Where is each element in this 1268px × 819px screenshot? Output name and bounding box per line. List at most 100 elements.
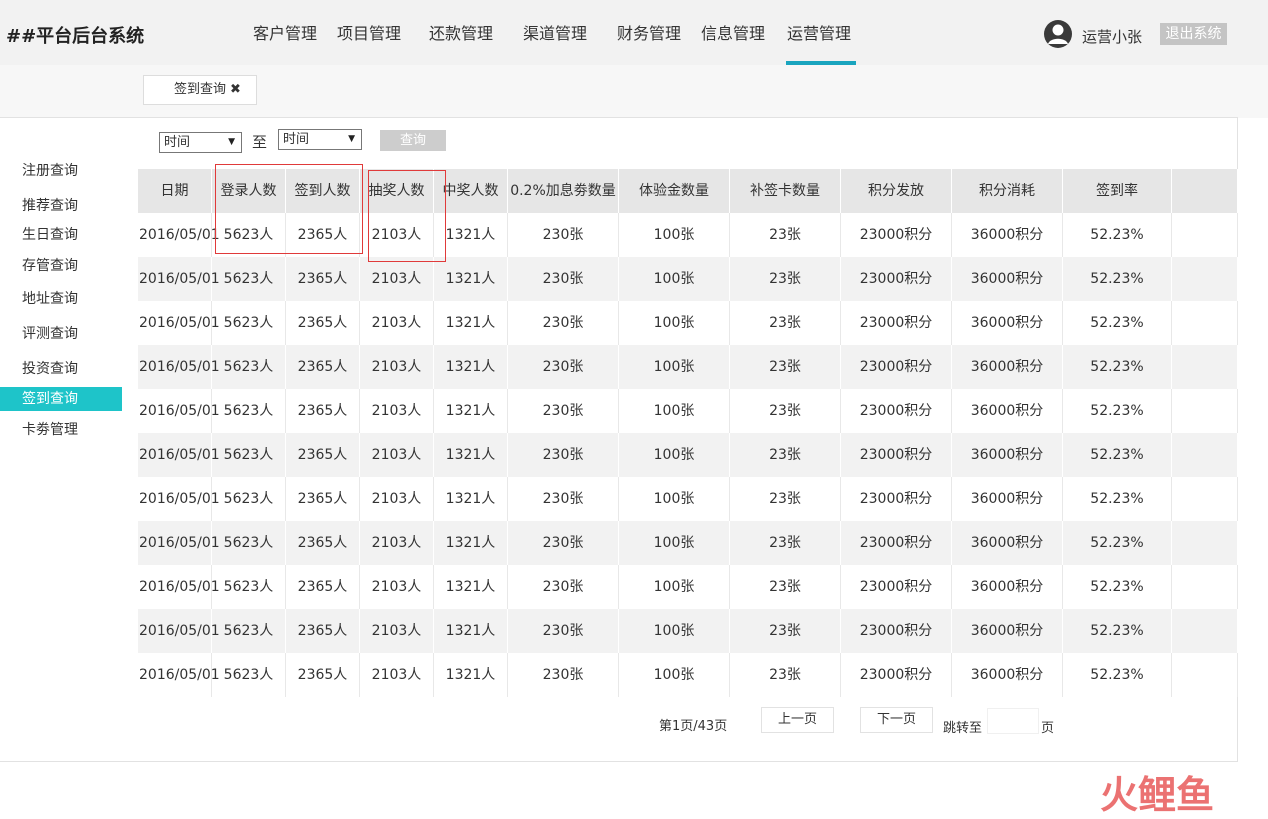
cell-login-count: 5623人 [212,609,286,653]
cell-extra [1172,301,1238,345]
cell-coupon-count: 230张 [508,477,619,521]
sidebar-item-address[interactable]: 地址查询 [0,287,122,311]
cell-login-count: 5623人 [212,653,286,697]
brand-title: ##平台后台系统 [6,26,145,47]
cell-checkin-rate: 52.23% [1063,389,1172,433]
cell-points-used: 36000积分 [952,433,1063,477]
cell-extra [1172,565,1238,609]
cell-checkin-rate: 52.23% [1063,213,1172,257]
cell-lottery-count: 2103人 [360,345,434,389]
cell-extra [1172,477,1238,521]
cell-winner-count: 1321人 [434,257,508,301]
cell-extra [1172,521,1238,565]
tab-checkin-query[interactable]: 签到查询 ✖ [143,75,257,105]
cell-extra [1172,389,1238,433]
cell-coupon-count: 230张 [508,257,619,301]
header-trial-fund-count: 体验金数量 [619,169,730,213]
prev-page-button[interactable]: 上一页 [761,707,834,733]
cell-lottery-count: 2103人 [360,565,434,609]
cell-points-issued: 23000积分 [841,609,952,653]
cell-checkin-count: 2365人 [286,653,360,697]
cell-checkin-rate: 52.23% [1063,433,1172,477]
cell-coupon-count: 230张 [508,389,619,433]
cell-points-used: 36000积分 [952,213,1063,257]
cell-lottery-count: 2103人 [360,301,434,345]
query-button[interactable]: 查询 [380,130,446,151]
cell-points-issued: 23000积分 [841,301,952,345]
cell-trial-fund-count: 100张 [619,609,730,653]
logout-button[interactable]: 退出系统 [1160,23,1227,45]
cell-makeup-card-count: 23张 [730,521,841,565]
table-row: 2016/05/01 5623人 2365人 2103人 1321人 230张 100张 23… [138,433,1238,477]
nav-information[interactable]: 信息管理 [701,20,765,44]
jump-page-input[interactable] [987,708,1039,734]
cell-checkin-rate: 52.23% [1063,521,1172,565]
cell-coupon-count: 230张 [508,565,619,609]
user-avatar-icon[interactable] [1043,19,1073,49]
header-login-count: 登录人数 [212,169,286,213]
nav-finance[interactable]: 财务管理 [617,20,681,44]
nav-project[interactable]: 项目管理 [337,20,401,44]
cell-points-used: 36000积分 [952,521,1063,565]
cell-makeup-card-count: 23张 [730,257,841,301]
start-time-value: 时间 [164,135,191,150]
jump-label: 跳转至 [943,721,983,736]
table-row: 2016/05/01 5623人 2365人 2103人 1321人 230张 100张 23… [138,345,1238,389]
sidebar-item-investment[interactable]: 投资查询 [0,357,122,381]
sidebar-item-coupon[interactable]: 卡劵管理 [0,418,122,442]
cell-winner-count: 1321人 [434,301,508,345]
sidebar-item-checkin[interactable]: 签到查询 [0,387,122,411]
cell-coupon-count: 230张 [508,609,619,653]
cell-winner-count: 1321人 [434,213,508,257]
nav-operations[interactable]: 运营管理 [785,20,857,65]
cell-winner-count: 1321人 [434,433,508,477]
cell-date: 2016/05/01 [138,609,220,653]
sidebar-item-referral[interactable]: 推荐查询 [0,194,122,218]
cell-coupon-count: 230张 [508,653,619,697]
cell-coupon-count: 230张 [508,345,619,389]
cell-points-used: 36000积分 [952,345,1063,389]
sidebar-item-custody[interactable]: 存管查询 [0,254,122,278]
nav-repayment[interactable]: 还款管理 [429,20,493,44]
table-row: 2016/05/01 5623人 2365人 2103人 1321人 230张 100张 23… [138,653,1238,697]
cell-winner-count: 1321人 [434,521,508,565]
cell-checkin-count: 2365人 [286,389,360,433]
cell-coupon-count: 230张 [508,213,619,257]
cell-login-count: 5623人 [212,301,286,345]
sidebar-item-register[interactable]: 注册查询 [0,159,122,183]
cell-checkin-rate: 52.23% [1063,653,1172,697]
cell-points-used: 36000积分 [952,389,1063,433]
cell-checkin-count: 2365人 [286,257,360,301]
next-page-button[interactable]: 下一页 [860,707,933,733]
cell-lottery-count: 2103人 [360,653,434,697]
cell-extra [1172,257,1238,301]
cell-checkin-count: 2365人 [286,213,360,257]
cell-login-count: 5623人 [212,433,286,477]
table-row: 2016/05/01 5623人 2365人 2103人 1321人 230张 100张 23… [138,609,1238,653]
cell-trial-fund-count: 100张 [619,345,730,389]
cell-checkin-count: 2365人 [286,301,360,345]
page-unit-label: 页 [1041,721,1055,736]
cell-checkin-rate: 52.23% [1063,565,1172,609]
nav-channel[interactable]: 渠道管理 [523,20,587,44]
cell-points-issued: 23000积分 [841,565,952,609]
cell-checkin-rate: 52.23% [1063,609,1172,653]
nav-customer[interactable]: 客户管理 [253,20,317,44]
cell-checkin-count: 2365人 [286,477,360,521]
end-time-select[interactable]: 时间 ▼ [278,129,362,150]
cell-points-issued: 23000积分 [841,345,952,389]
cell-points-issued: 23000积分 [841,477,952,521]
cell-date: 2016/05/01 [138,433,220,477]
close-icon[interactable]: ✖ [230,82,241,97]
watermark-char-fire: 火鲤鱼 [1100,773,1214,814]
cell-date: 2016/05/01 [138,653,220,697]
cell-date: 2016/05/01 [138,389,220,433]
start-time-select[interactable]: 时间 ▼ [159,132,242,153]
sidebar-item-assessment[interactable]: 评测查询 [0,322,122,346]
cell-lottery-count: 2103人 [360,521,434,565]
header-checkin-rate: 签到率 [1063,169,1172,213]
chevron-down-icon: ▼ [228,137,235,147]
sidebar-item-birthday[interactable]: 生日查询 [0,223,122,247]
cell-makeup-card-count: 23张 [730,433,841,477]
cell-checkin-rate: 52.23% [1063,257,1172,301]
